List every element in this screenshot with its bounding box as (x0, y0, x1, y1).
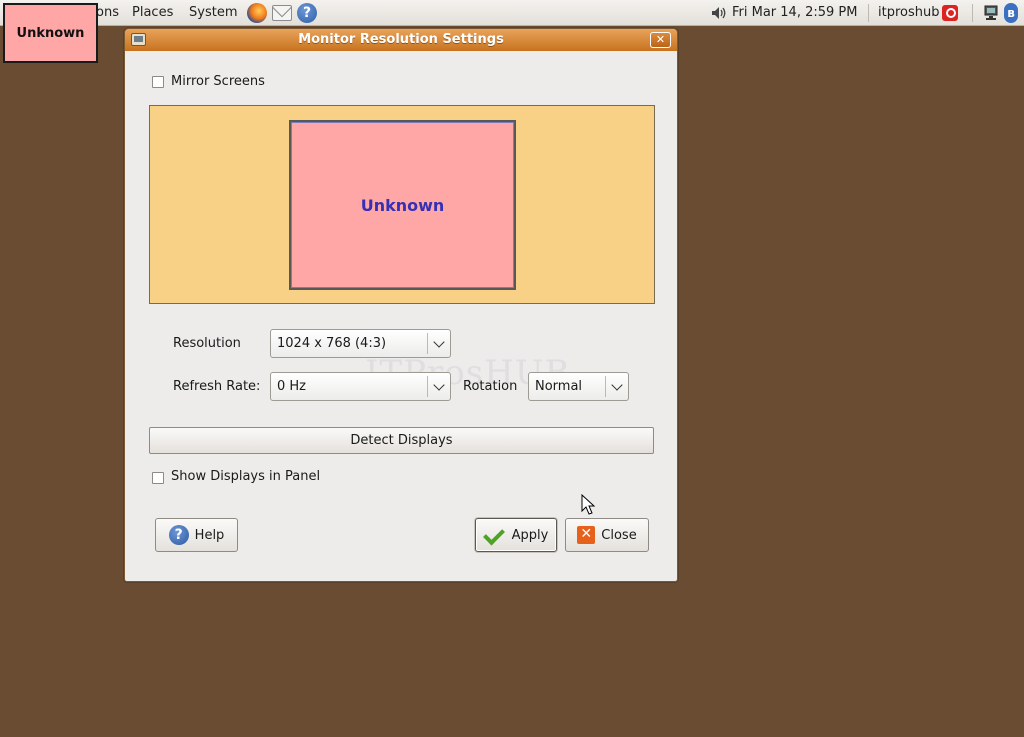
bluetooth-icon[interactable]: ʙ (1004, 3, 1018, 23)
help-icon: ? (168, 525, 189, 545)
rotation-combo[interactable]: Normal (528, 372, 629, 401)
refresh-rate-value: 0 Hz (277, 379, 307, 394)
rotation-value: Normal (535, 379, 583, 394)
panel-separator (972, 4, 973, 22)
close-label: Close (601, 527, 637, 543)
refresh-rate-combo[interactable]: 0 Hz (270, 372, 451, 401)
close-icon: ✕ (577, 526, 596, 544)
resolution-label: Resolution (173, 336, 241, 351)
firefox-icon[interactable] (247, 3, 267, 23)
help-button[interactable]: ? Help (155, 518, 238, 552)
network-icon[interactable] (984, 5, 998, 21)
rotation-label: Rotation (463, 379, 518, 394)
combo-separator (427, 376, 428, 397)
mouse-cursor-icon (581, 494, 596, 515)
panel-separator (868, 4, 869, 22)
chevron-down-icon (611, 379, 623, 391)
window-menu-icon[interactable] (131, 33, 146, 46)
menu-applications[interactable]: ons (96, 5, 119, 20)
menu-system[interactable]: System (189, 5, 237, 20)
apply-label: Apply (511, 527, 549, 543)
monitor-preview[interactable]: Unknown (289, 120, 516, 290)
detect-displays-button[interactable]: Detect Displays (149, 427, 654, 454)
combo-separator (605, 376, 606, 397)
monitor-layout-area[interactable]: Unknown (149, 105, 655, 304)
menu-places[interactable]: Places (132, 5, 173, 20)
volume-icon[interactable] (711, 6, 727, 20)
power-icon[interactable] (942, 5, 958, 21)
window-close-icon[interactable]: ✕ (650, 32, 671, 48)
mirror-screens-checkbox[interactable] (152, 76, 164, 88)
user-name[interactable]: itproshub (878, 5, 939, 20)
clock[interactable]: Fri Mar 14, 2:59 PM (732, 5, 857, 20)
show-displays-label[interactable]: Show Displays in Panel (171, 469, 320, 484)
checkmark-icon (484, 526, 506, 544)
help-icon[interactable]: ? (297, 3, 317, 23)
detect-displays-label: Detect Displays (350, 433, 453, 448)
top-panel: ons Places System ? Fri Mar 14, 2:59 PM … (0, 0, 1024, 26)
combo-separator (427, 333, 428, 354)
close-button[interactable]: ✕ Close (565, 518, 649, 552)
show-displays-checkbox[interactable] (152, 472, 164, 484)
chevron-down-icon (433, 379, 445, 391)
apply-button[interactable]: Apply (475, 518, 557, 552)
monitor-name: Unknown (360, 195, 445, 215)
chevron-down-icon (433, 336, 445, 348)
monitor-identify-label: Unknown (3, 3, 98, 63)
help-label: Help (194, 527, 225, 543)
refresh-rate-label: Refresh Rate: (173, 379, 261, 394)
mail-icon[interactable] (272, 5, 292, 21)
mirror-screens-label[interactable]: Mirror Screens (171, 74, 265, 89)
resolution-value: 1024 x 768 (4:3) (277, 336, 387, 351)
dialog-title: Monitor Resolution Settings (298, 32, 504, 47)
